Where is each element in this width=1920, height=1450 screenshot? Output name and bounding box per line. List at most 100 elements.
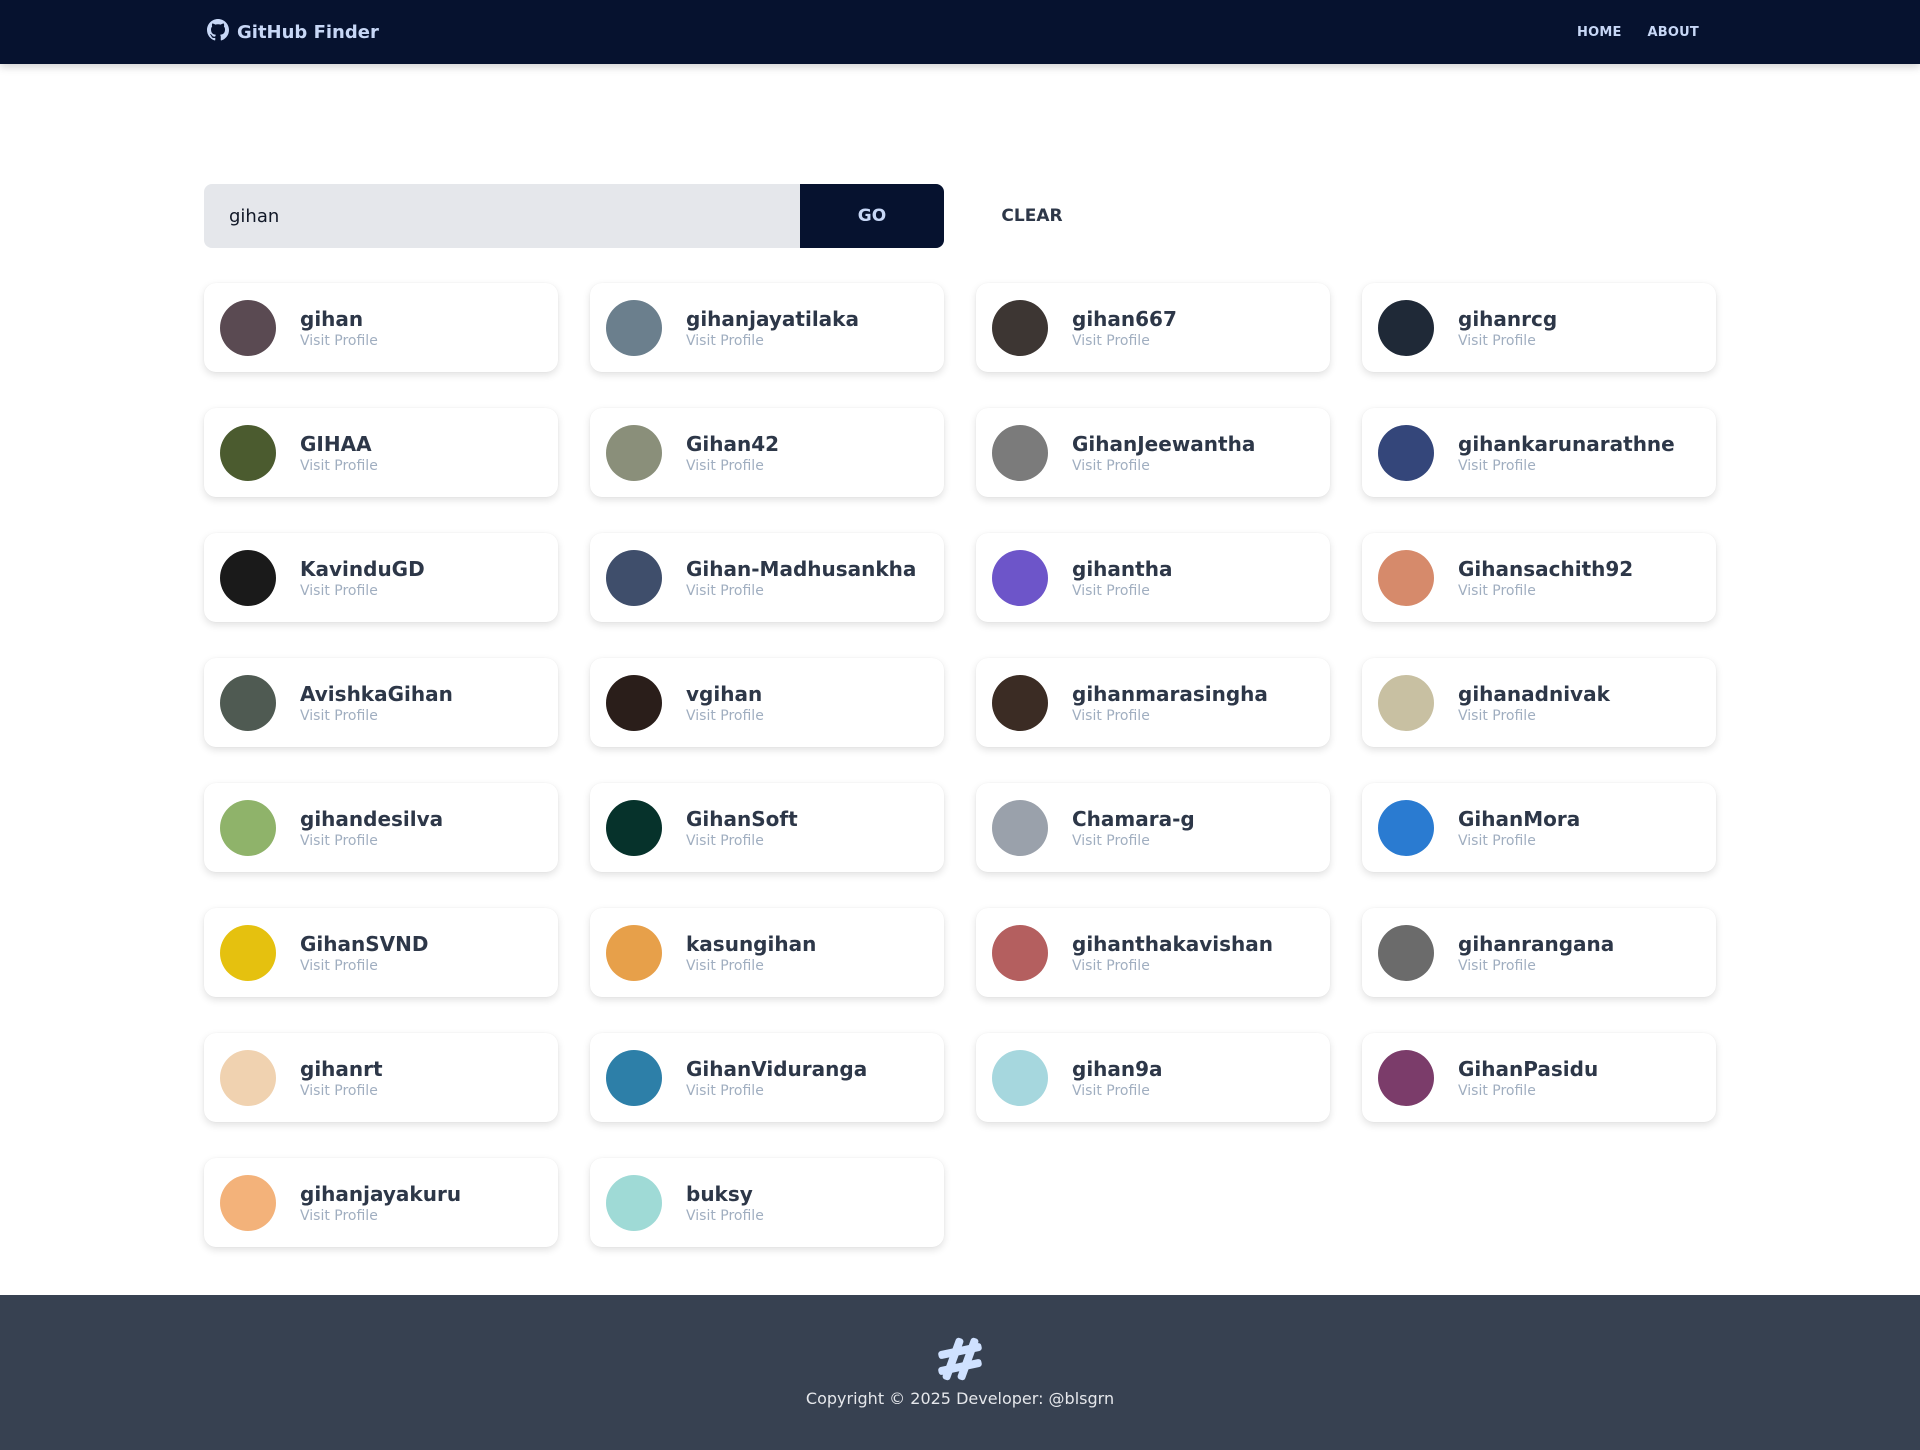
- user-card[interactable]: GIHAA Visit Profile: [204, 408, 558, 497]
- brand-title: GitHub Finder: [237, 21, 379, 43]
- visit-profile-link[interactable]: Visit Profile: [686, 707, 764, 725]
- user-card[interactable]: buksy Visit Profile: [590, 1158, 944, 1247]
- user-login: gihankarunarathne: [1458, 431, 1675, 456]
- user-login: vgihan: [686, 681, 763, 706]
- visit-profile-link[interactable]: Visit Profile: [1458, 582, 1633, 600]
- user-card[interactable]: gihanrt Visit Profile: [204, 1033, 558, 1122]
- visit-profile-link[interactable]: Visit Profile: [1072, 707, 1268, 725]
- visit-profile-link[interactable]: Visit Profile: [1458, 332, 1557, 350]
- user-card[interactable]: gihantha Visit Profile: [976, 533, 1330, 622]
- avatar: [606, 924, 662, 981]
- visit-profile-link[interactable]: Visit Profile: [1072, 1082, 1163, 1100]
- user-login: Gihan42: [686, 431, 780, 456]
- user-card[interactable]: Gihan-Madhusankha Visit Profile: [590, 533, 944, 622]
- avatar: [1378, 799, 1434, 856]
- visit-profile-link[interactable]: Visit Profile: [300, 1207, 461, 1225]
- nav-link-about[interactable]: ABOUT: [1648, 25, 1699, 40]
- user-card[interactable]: GihanSVND Visit Profile: [204, 908, 558, 997]
- user-card[interactable]: Gihansachith92 Visit Profile: [1362, 533, 1716, 622]
- visit-profile-link[interactable]: Visit Profile: [1072, 832, 1195, 850]
- user-info: gihantha Visit Profile: [1072, 556, 1172, 600]
- avatar: [220, 424, 276, 481]
- nav-link-home[interactable]: HOME: [1577, 25, 1622, 40]
- visit-profile-link[interactable]: Visit Profile: [1458, 832, 1580, 850]
- user-card[interactable]: gihanadnivak Visit Profile: [1362, 658, 1716, 747]
- visit-profile-link[interactable]: Visit Profile: [686, 1082, 867, 1100]
- user-card[interactable]: gihanjayakuru Visit Profile: [204, 1158, 558, 1247]
- user-login: Chamara-g: [1072, 806, 1195, 831]
- user-card[interactable]: AvishkaGihan Visit Profile: [204, 658, 558, 747]
- visit-profile-link[interactable]: Visit Profile: [686, 1207, 764, 1225]
- brand-link[interactable]: GitHub Finder: [207, 0, 379, 64]
- user-card[interactable]: GihanJeewantha Visit Profile: [976, 408, 1330, 497]
- user-info: gihan9a Visit Profile: [1072, 1056, 1163, 1100]
- user-card[interactable]: GihanMora Visit Profile: [1362, 783, 1716, 872]
- user-login: gihanrt: [300, 1056, 383, 1081]
- user-card[interactable]: gihan9a Visit Profile: [976, 1033, 1330, 1122]
- avatar: [220, 1174, 276, 1231]
- avatar: [606, 799, 662, 856]
- user-card[interactable]: gihanjayatilaka Visit Profile: [590, 283, 944, 372]
- user-login: gihanjayatilaka: [686, 306, 859, 331]
- visit-profile-link[interactable]: Visit Profile: [1458, 457, 1675, 475]
- avatar: [992, 674, 1048, 731]
- search-input[interactable]: [204, 184, 800, 248]
- avatar: [1378, 549, 1434, 606]
- visit-profile-link[interactable]: Visit Profile: [300, 457, 378, 475]
- go-button[interactable]: GO: [800, 184, 944, 248]
- visit-profile-link[interactable]: Visit Profile: [1072, 957, 1273, 975]
- user-login: GihanViduranga: [686, 1056, 868, 1081]
- user-login: GIHAA: [300, 431, 372, 456]
- visit-profile-link[interactable]: Visit Profile: [300, 332, 378, 350]
- visit-profile-link[interactable]: Visit Profile: [686, 957, 816, 975]
- user-info: gihanjayatilaka Visit Profile: [686, 306, 859, 350]
- user-card[interactable]: gihanrangana Visit Profile: [1362, 908, 1716, 997]
- user-card[interactable]: vgihan Visit Profile: [590, 658, 944, 747]
- visit-profile-link[interactable]: Visit Profile: [300, 832, 443, 850]
- visit-profile-link[interactable]: Visit Profile: [1072, 332, 1177, 350]
- avatar: [606, 549, 662, 606]
- user-card[interactable]: gihanthakavishan Visit Profile: [976, 908, 1330, 997]
- visit-profile-link[interactable]: Visit Profile: [300, 957, 428, 975]
- user-info: GIHAA Visit Profile: [300, 431, 378, 475]
- user-card[interactable]: GihanPasidu Visit Profile: [1362, 1033, 1716, 1122]
- user-card[interactable]: gihan Visit Profile: [204, 283, 558, 372]
- user-card[interactable]: KavinduGD Visit Profile: [204, 533, 558, 622]
- visit-profile-link[interactable]: Visit Profile: [686, 457, 779, 475]
- visit-profile-link[interactable]: Visit Profile: [686, 582, 916, 600]
- visit-profile-link[interactable]: Visit Profile: [686, 832, 798, 850]
- visit-profile-link[interactable]: Visit Profile: [300, 707, 453, 725]
- user-login: GihanJeewantha: [1072, 431, 1256, 456]
- visit-profile-link[interactable]: Visit Profile: [1458, 707, 1610, 725]
- user-card[interactable]: gihandesilva Visit Profile: [204, 783, 558, 872]
- user-card[interactable]: kasungihan Visit Profile: [590, 908, 944, 997]
- user-card[interactable]: gihankarunarathne Visit Profile: [1362, 408, 1716, 497]
- visit-profile-link[interactable]: Visit Profile: [1072, 457, 1255, 475]
- user-login: gihanrcg: [1458, 306, 1558, 331]
- user-card[interactable]: Gihan42 Visit Profile: [590, 408, 944, 497]
- user-card[interactable]: GihanSoft Visit Profile: [590, 783, 944, 872]
- user-info: KavinduGD Visit Profile: [300, 556, 425, 600]
- user-login: gihanjayakuru: [300, 1181, 462, 1206]
- user-login: gihanrangana: [1458, 931, 1615, 956]
- user-card[interactable]: GihanViduranga Visit Profile: [590, 1033, 944, 1122]
- user-info: Gihan-Madhusankha Visit Profile: [686, 556, 916, 600]
- user-login: gihantha: [1072, 556, 1173, 581]
- visit-profile-link[interactable]: Visit Profile: [1458, 1082, 1598, 1100]
- user-card[interactable]: gihanmarasingha Visit Profile: [976, 658, 1330, 747]
- visit-profile-link[interactable]: Visit Profile: [300, 582, 425, 600]
- clear-button[interactable]: CLEAR: [982, 184, 1082, 248]
- user-card[interactable]: Chamara-g Visit Profile: [976, 783, 1330, 872]
- user-info: gihanthakavishan Visit Profile: [1072, 931, 1273, 975]
- visit-profile-link[interactable]: Visit Profile: [1458, 957, 1614, 975]
- copyright-text: Copyright © 2025 Developer: @blsgrn: [805, 1389, 1115, 1408]
- user-login: gihandesilva: [300, 806, 444, 831]
- user-info: Gihansachith92 Visit Profile: [1458, 556, 1633, 600]
- user-card[interactable]: gihan667 Visit Profile: [976, 283, 1330, 372]
- user-info: gihankarunarathne Visit Profile: [1458, 431, 1675, 475]
- user-card[interactable]: gihanrcg Visit Profile: [1362, 283, 1716, 372]
- visit-profile-link[interactable]: Visit Profile: [300, 1082, 383, 1100]
- visit-profile-link[interactable]: Visit Profile: [686, 332, 859, 350]
- user-info: gihanrcg Visit Profile: [1458, 306, 1557, 350]
- visit-profile-link[interactable]: Visit Profile: [1072, 582, 1172, 600]
